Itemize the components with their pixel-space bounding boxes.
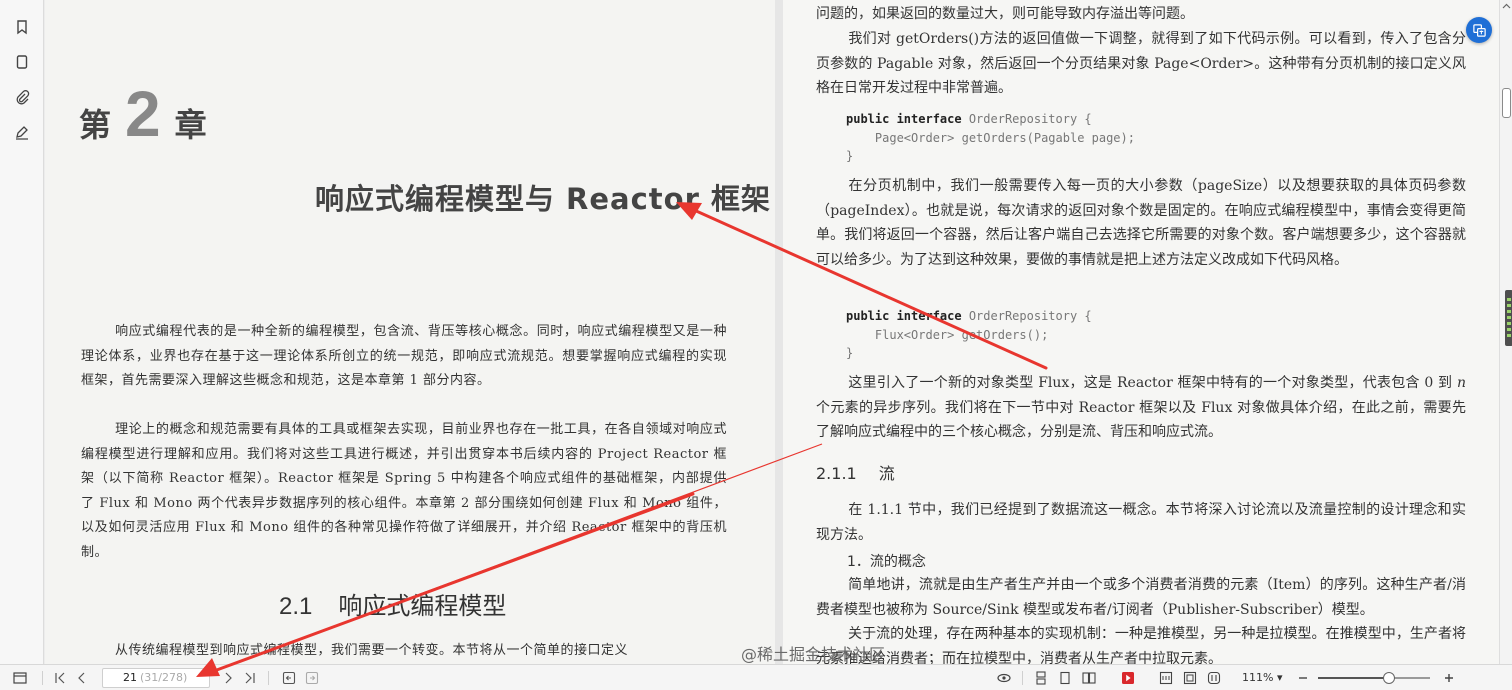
sign-icon: [16, 126, 28, 140]
back-icon: [282, 671, 296, 685]
watermark: @稀土掘金技术社区: [741, 645, 886, 664]
zoom-slider-handle[interactable]: [1382, 672, 1395, 684]
zoom-out-button[interactable]: [1294, 669, 1312, 687]
sidebar-toggle-icon: [13, 672, 27, 684]
single-page-button[interactable]: [1056, 669, 1074, 687]
zoom-slider-fill: [1318, 677, 1389, 679]
pages-button[interactable]: [11, 51, 33, 73]
chapter-title: 响应式编程模型与 Reactor 框架: [314, 182, 771, 216]
chapter-number: 2: [125, 78, 161, 150]
paragraph-1: 问题的，如果返回的数量过大，则可能导致内存溢出等问题。: [816, 6, 1194, 22]
left-page: 第 2 章 响应式编程模型与 Reactor 框架 响应式编程代表的是一种全新的…: [45, 0, 775, 664]
chevron-down-icon: ▾: [1276, 671, 1283, 684]
zoom-in-icon: [1445, 674, 1453, 682]
section-number: 2.1: [279, 593, 313, 620]
first-page-icon: [55, 672, 65, 684]
two-page-icon: [1082, 672, 1096, 684]
zoom-out-icon: [1299, 677, 1307, 679]
bookmark-button[interactable]: [11, 16, 33, 38]
continuous-mode-button[interactable]: [1032, 669, 1050, 687]
code-block-1: public interface OrderRepository { Page<…: [846, 112, 1135, 163]
paragraph-5: 在 1.1.1 节中，我们已经提到了数据流这一概念。本节将深入讨论流以及流量控制…: [816, 502, 1466, 543]
intro-paragraph-1: 响应式编程代表的是一种全新的编程模型，包含流、背压等核心概念。同时，响应式编程模…: [81, 324, 727, 388]
fit-width-icon: [1159, 671, 1173, 685]
actual-size-button[interactable]: [1205, 669, 1223, 687]
bookmark-icon: [17, 20, 27, 35]
prev-page-button[interactable]: [73, 669, 91, 687]
paragraph-2: 我们对 getOrders()方法的返回值做一下调整，就得到了如下代码示例。可以…: [816, 31, 1466, 96]
sign-button[interactable]: [11, 121, 33, 143]
first-page-button[interactable]: [51, 669, 69, 687]
subsection-heading: 2.1.1 流: [816, 464, 895, 483]
scroll-up-icon[interactable]: [1502, 2, 1511, 11]
page-number-input[interactable]: 21 (31/278): [102, 668, 210, 688]
vertical-scrollbar[interactable]: [1499, 0, 1512, 664]
zoom-in-button[interactable]: [1440, 669, 1458, 687]
intro-paragraph-2: 理论上的概念和规范需要有具体的工具或框架去实现，目前业界也存在一批工具，在各自领…: [81, 422, 727, 560]
continuous-icon: [1036, 671, 1046, 685]
fit-page-icon: [1183, 671, 1197, 685]
page-icon: [16, 55, 28, 69]
left-tool-rail: [0, 0, 44, 664]
scroll-thumb[interactable]: [1502, 88, 1511, 118]
document-viewport[interactable]: 第 2 章 响应式编程模型与 Reactor 框架 响应式编程代表的是一种全新的…: [45, 0, 1499, 664]
zoom-level[interactable]: 111% ▾: [1242, 671, 1282, 684]
forward-button[interactable]: [303, 669, 321, 687]
attachments-button[interactable]: [11, 86, 33, 108]
paragraph-3: 在分页机制中，我们一般需要传入每一页的大小参数（pageSize）以及想要获取的…: [816, 178, 1466, 268]
fit-width-button[interactable]: [1157, 669, 1175, 687]
next-page-icon: [225, 672, 232, 684]
single-page-icon: [1060, 671, 1070, 685]
section-heading: 2.1 响应式编程模型: [279, 586, 506, 621]
code-block-2: public interface OrderRepository { Flux<…: [846, 309, 1092, 360]
back-button[interactable]: [280, 669, 298, 687]
last-page-icon: [245, 672, 255, 684]
sidebar-toggle-button[interactable]: [11, 669, 29, 687]
translate-button[interactable]: [1466, 17, 1492, 43]
actual-size-icon: [1207, 671, 1221, 685]
forward-icon: [305, 671, 319, 685]
section-title: 响应式编程模型: [338, 593, 507, 620]
translate-icon: [1472, 23, 1486, 37]
fit-page-button[interactable]: [1181, 669, 1199, 687]
paperclip-icon: [16, 90, 30, 105]
chapter-heading: 第 2 章: [79, 82, 207, 146]
chapter-suffix: 章: [174, 106, 207, 144]
prev-page-icon: [78, 672, 85, 684]
paragraph-6: 简单地讲，流就是由生产者生产并由一个或多个消费者消费的元素（Item）的序列。这…: [816, 577, 1466, 618]
play-button[interactable]: [1119, 669, 1137, 687]
next-page-button[interactable]: [219, 669, 237, 687]
read-mode-button[interactable]: [995, 669, 1013, 687]
paragraph-7: 关于流的处理，存在两种基本的实现机制：一种是推模型，另一种是拉模型。在推模型中，…: [816, 626, 1466, 664]
two-page-button[interactable]: [1080, 669, 1098, 687]
bottom-toolbar: 21 (31/278) 111% ▾: [0, 664, 1512, 690]
current-page: 21: [123, 671, 137, 684]
last-page-button[interactable]: [241, 669, 259, 687]
scroll-position-marker: [1505, 290, 1512, 346]
paragraph-4: 这里引入了一个新的对象类型 Flux，这是 Reactor 框架中特有的一个对象…: [816, 375, 1466, 440]
sub-subsection-heading: 1．流的概念: [847, 554, 926, 570]
read-mode-icon: [997, 673, 1011, 683]
play-icon: [1122, 672, 1134, 684]
page-of-total: (31/278): [140, 671, 188, 684]
section-paragraph: 从传统编程模型到响应式编程模型，我们需要一个转变。本节将从一个简单的接口定义: [115, 643, 629, 658]
zoom-slider[interactable]: [1318, 672, 1430, 684]
chapter-prefix: 第: [79, 106, 112, 144]
right-page: 问题的，如果返回的数量过大，则可能导致内存溢出等问题。 我们对 getOrder…: [783, 0, 1499, 664]
